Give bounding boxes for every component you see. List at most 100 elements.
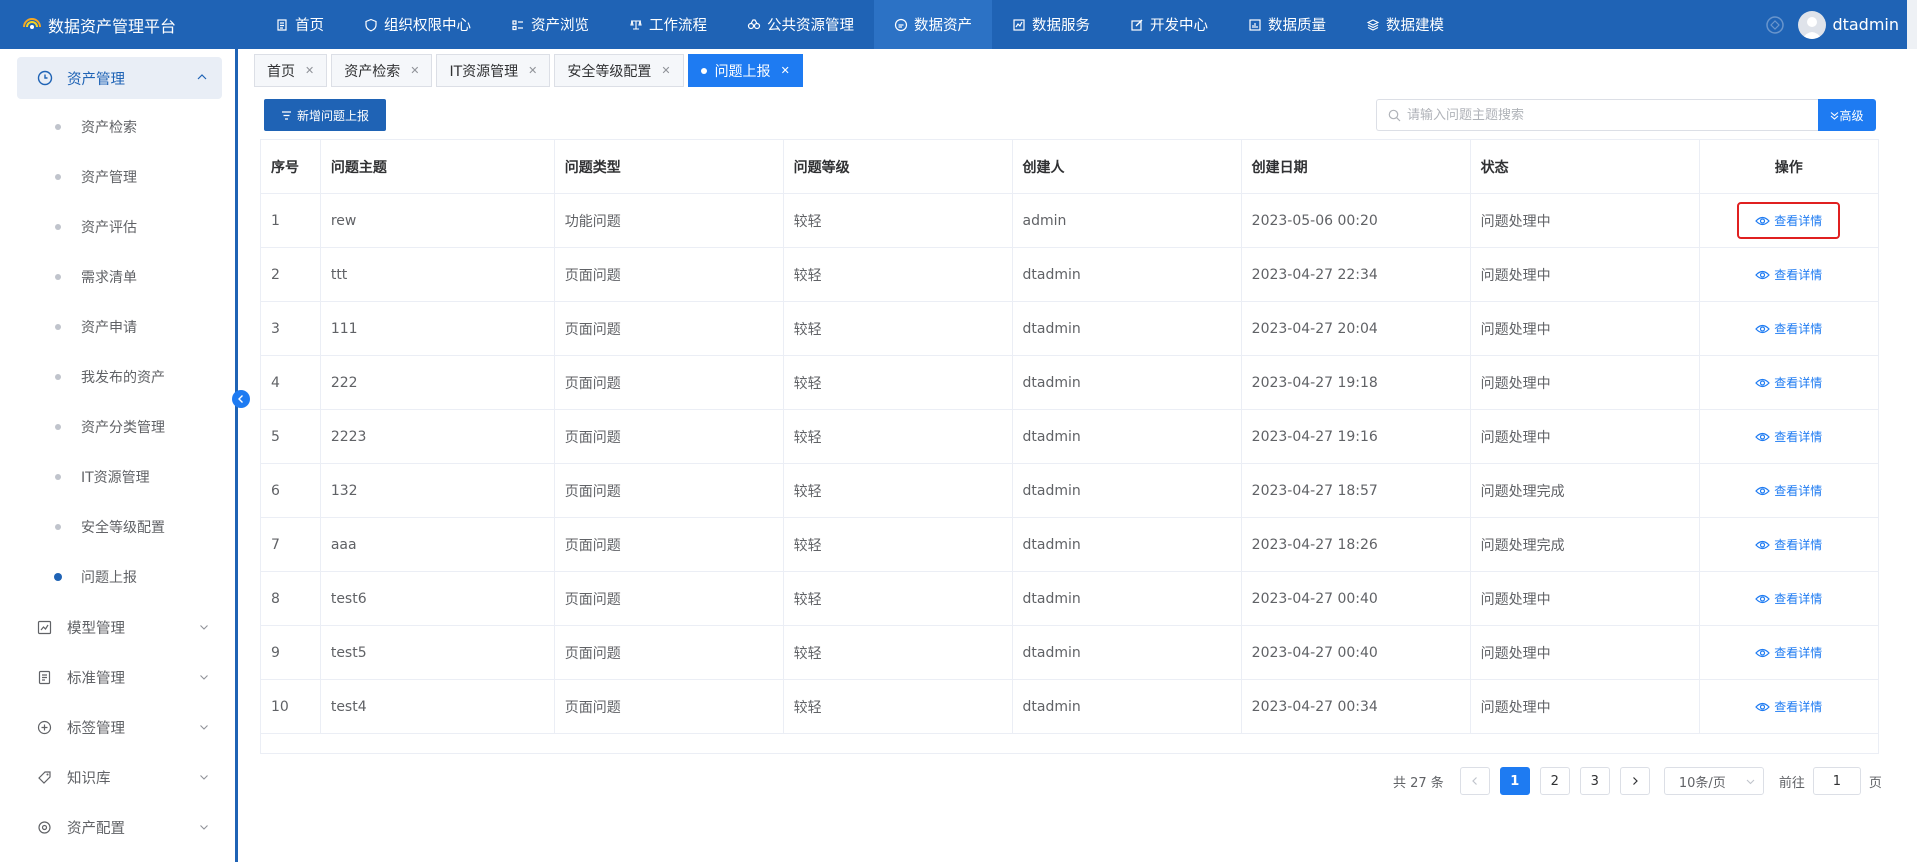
goto-page-input[interactable]: 1: [1812, 767, 1861, 795]
table-cell: 9: [260, 625, 321, 680]
add-issue-button[interactable]: 新增问题上报: [264, 99, 386, 131]
view-detail-label: 查看详情: [1774, 268, 1823, 282]
tag-icon: [38, 770, 51, 784]
sidebar-subitem-8[interactable]: 安全等级配置: [55, 517, 165, 537]
view-detail-label: 查看详情: [1774, 646, 1823, 660]
app-logo[interactable]: 数据资产管理平台: [0, 0, 245, 49]
view-detail-link[interactable]: 查看详情: [1737, 580, 1840, 617]
sidebar-subitem-7[interactable]: IT资源管理: [55, 467, 150, 487]
topnav-item-label: 数据质量: [1268, 18, 1326, 34]
sidebar-menu-1[interactable]: 标准管理: [37, 667, 212, 687]
advanced-search-button[interactable]: 高级: [1818, 99, 1876, 131]
tab-label: 安全等级配置: [567, 63, 652, 80]
table-cell: 较轻: [783, 679, 1013, 734]
user-name[interactable]: dtadmin: [1832, 15, 1899, 34]
page-size-select[interactable]: 10条/页: [1663, 767, 1764, 795]
sidebar-menu-0[interactable]: 模型管理: [37, 617, 212, 637]
view-detail-link[interactable]: 查看详情: [1737, 472, 1840, 509]
page-button-1[interactable]: 1: [1499, 767, 1530, 795]
advanced-label: 高级: [1839, 108, 1864, 123]
action-cell: 查看详情: [1699, 571, 1880, 626]
table-cell: 页面问题: [554, 571, 784, 626]
sidebar-menu-3[interactable]: 知识库: [37, 767, 212, 787]
tab-2[interactable]: IT资源管理 ✕: [436, 54, 551, 87]
table-cell: 2023-04-27 18:57: [1241, 463, 1471, 518]
eye-icon: [1755, 594, 1771, 603]
sidebar-subitem-9[interactable]: 问题上报: [54, 567, 137, 587]
view-detail-link[interactable]: 查看详情: [1737, 634, 1840, 671]
topnav-item-label: 公共资源管理: [767, 18, 854, 34]
sidebar-subitem-1[interactable]: 资产管理: [55, 167, 137, 187]
chevron-down-icon: [200, 825, 208, 830]
topnav-item-0[interactable]: 首页: [255, 0, 344, 49]
table-cell: 页面问题: [554, 517, 784, 572]
sidebar-menu-2[interactable]: 标签管理: [37, 717, 212, 737]
spacer-cell: [260, 733, 1879, 754]
sidebar-subitem-0[interactable]: 资产检索: [55, 117, 137, 137]
table-cell: 问题处理中: [1470, 355, 1700, 410]
close-icon[interactable]: ✕: [661, 64, 670, 77]
theme-icon[interactable]: [1764, 14, 1786, 36]
topnav-item-2[interactable]: 资产浏览: [491, 0, 609, 49]
search-input[interactable]: [1407, 107, 1807, 123]
table-cell: 页面问题: [554, 463, 784, 518]
column-header: 状态: [1470, 139, 1700, 194]
sidebar-subitem-label: 需求清单: [81, 270, 137, 286]
next-page-button[interactable]: [1619, 767, 1650, 795]
sidebar-menu-4[interactable]: 资产配置: [37, 817, 212, 837]
table-cell: 2023-04-27 20:04: [1241, 301, 1471, 356]
table-cell: 10: [260, 679, 321, 734]
sidebar-subitem-3[interactable]: 需求清单: [55, 267, 137, 287]
close-icon[interactable]: ✕: [781, 64, 790, 77]
topnav-item-1[interactable]: 组织权限中心: [344, 0, 491, 49]
sidebar-subitem-label: 问题上报: [81, 570, 137, 586]
bullet-dot: [55, 374, 61, 380]
topnav-item-3[interactable]: 工作流程: [609, 0, 727, 49]
doc-icon: [38, 670, 51, 684]
close-icon[interactable]: ✕: [305, 64, 314, 77]
sidebar-subitem-4[interactable]: 资产申请: [55, 317, 137, 337]
page-button-3[interactable]: 3: [1579, 767, 1610, 795]
sidebar-collapse-button[interactable]: [232, 390, 250, 408]
sidebar-subitem-2[interactable]: 资产评估: [55, 217, 137, 237]
sidebar-subitem-label: 资产检索: [81, 120, 137, 136]
sidebar-subitem-6[interactable]: 资产分类管理: [55, 417, 165, 437]
close-icon[interactable]: ✕: [528, 64, 537, 77]
filter-icon: [281, 110, 291, 120]
sidebar-group-asset-management[interactable]: 资产管理: [17, 57, 222, 99]
sidebar-subitem-5[interactable]: 我发布的资产: [55, 367, 165, 387]
topnav-item-7[interactable]: 开发中心: [1110, 0, 1228, 49]
table-cell: 2023-04-27 18:26: [1241, 517, 1471, 572]
tab-3[interactable]: 安全等级配置 ✕: [554, 54, 684, 87]
topnav-item-label: 数据服务: [1032, 18, 1090, 34]
tab-0[interactable]: 首页 ✕: [254, 54, 328, 87]
table-cell: 问题处理完成: [1470, 463, 1700, 518]
view-detail-link[interactable]: 查看详情: [1737, 526, 1840, 563]
topnav-item-5[interactable]: 数据资产: [874, 0, 992, 49]
tab-4[interactable]: 问题上报 ✕: [687, 54, 803, 87]
table-cell: 较轻: [783, 517, 1013, 572]
action-cell: 查看详情: [1699, 463, 1880, 518]
view-detail-link[interactable]: 查看详情: [1737, 688, 1840, 725]
close-icon[interactable]: ✕: [410, 64, 419, 77]
table-cell: 页面问题: [554, 247, 784, 302]
tab-1[interactable]: 资产检索 ✕: [331, 54, 433, 87]
table-cell: rew: [320, 193, 555, 248]
user-avatar[interactable]: [1798, 10, 1827, 39]
topnav-item-6[interactable]: 数据服务: [992, 0, 1110, 49]
tab-label: 问题上报: [714, 63, 771, 80]
view-detail-link[interactable]: 查看详情: [1737, 418, 1840, 455]
topnav-item-8[interactable]: 数据质量: [1228, 0, 1346, 49]
view-detail-label: 查看详情: [1774, 484, 1823, 498]
topnav-item-9[interactable]: 数据建模: [1346, 0, 1464, 49]
chevron-left-icon: [238, 395, 243, 403]
view-detail-link[interactable]: 查看详情: [1737, 202, 1841, 239]
view-detail-link[interactable]: 查看详情: [1737, 310, 1840, 347]
prev-page-button[interactable]: [1459, 767, 1490, 795]
topnav-item-label: 数据建模: [1386, 18, 1444, 34]
view-detail-link[interactable]: 查看详情: [1737, 256, 1840, 293]
view-detail-link[interactable]: 查看详情: [1737, 364, 1840, 401]
topnav-item-4[interactable]: 公共资源管理: [727, 0, 874, 49]
page-button-2[interactable]: 2: [1539, 767, 1570, 795]
table-cell: 6: [260, 463, 321, 518]
